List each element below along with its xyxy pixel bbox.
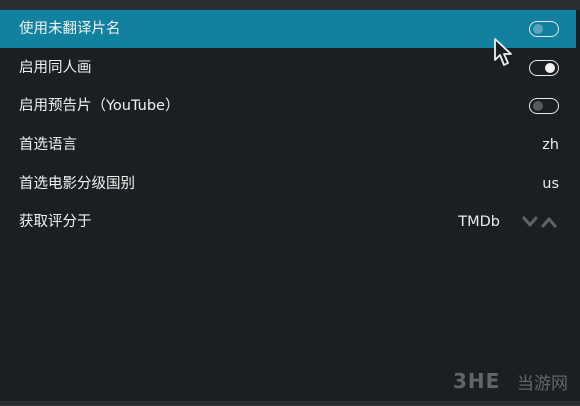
- setting-row-use-original-title[interactable]: 使用未翻译片名: [0, 10, 576, 48]
- setting-value: TMDb: [458, 214, 500, 230]
- setting-label: 启用预告片（YouTube）: [19, 98, 180, 114]
- setting-row-rating-source[interactable]: 获取评分于 TMDb: [0, 203, 576, 241]
- watermark-logo: 3HE: [453, 369, 500, 393]
- setting-row-certification-country[interactable]: 首选电影分级国别 us: [0, 165, 576, 203]
- mouse-pointer-icon: [494, 38, 512, 66]
- toggle-switch[interactable]: [529, 98, 559, 114]
- setting-row-language[interactable]: 首选语言 zh: [0, 126, 576, 164]
- toggle-switch[interactable]: [529, 60, 559, 76]
- toggle-knob: [545, 63, 555, 73]
- setting-row-trailer[interactable]: 启用预告片（YouTube）: [0, 87, 576, 125]
- setting-label: 首选电影分级国别: [19, 176, 135, 192]
- watermark: 3HE 当游网: [453, 368, 568, 394]
- svg-text:3HE: 3HE: [453, 369, 500, 393]
- setting-label: 使用未翻译片名: [19, 21, 121, 37]
- bottom-bar: [0, 401, 580, 406]
- setting-label: 启用同人画: [19, 60, 92, 76]
- toggle-knob: [533, 24, 543, 34]
- setting-label: 首选语言: [19, 137, 77, 153]
- watermark-text: 当游网: [517, 373, 568, 394]
- toggle-knob: [533, 101, 543, 111]
- setting-label: 获取评分于: [19, 214, 92, 230]
- spinner-arrows: [522, 216, 557, 228]
- setting-value: zh: [542, 137, 559, 153]
- toggle-switch[interactable]: [529, 21, 559, 37]
- chevron-down-icon[interactable]: [522, 216, 538, 227]
- setting-value: us: [542, 176, 559, 192]
- chevron-up-icon[interactable]: [541, 217, 557, 228]
- setting-row-fanart[interactable]: 启用同人画: [0, 49, 576, 87]
- top-bar: [0, 0, 580, 10]
